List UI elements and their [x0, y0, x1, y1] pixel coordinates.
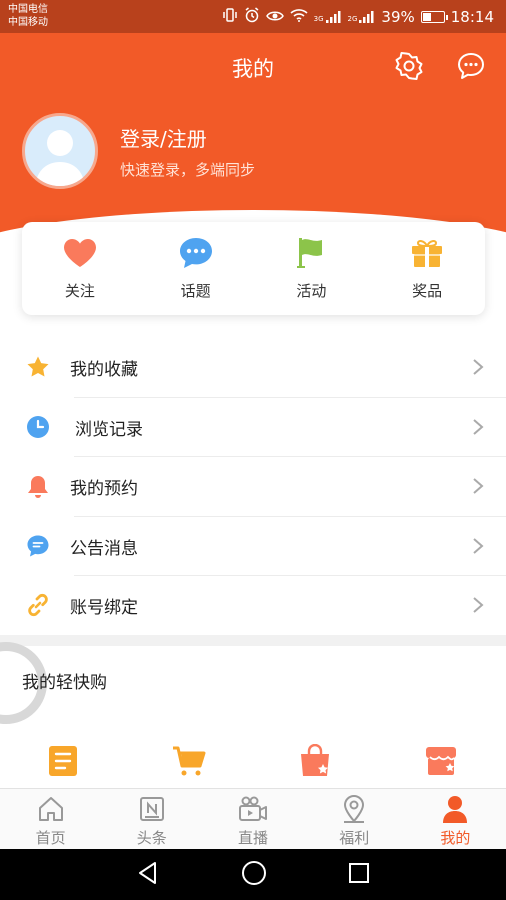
chevron-right-icon [473, 537, 484, 554]
shopping-bag-icon[interactable] [298, 742, 332, 780]
message-bubble-icon [458, 53, 484, 79]
menu-item-label: 账号绑定 [70, 598, 138, 619]
section-gap [0, 635, 506, 646]
signal-icon-1: 3G [314, 11, 342, 23]
chevron-right-icon [473, 418, 484, 435]
news-icon [137, 794, 167, 824]
chevron-right-icon [473, 478, 484, 494]
store-icon[interactable] [424, 742, 458, 780]
quick-action-follow[interactable]: 关注 [22, 222, 138, 315]
clock-time: 18:14 [450, 8, 494, 26]
menu-item-label: 我的预约 [70, 479, 138, 500]
home-button[interactable] [241, 860, 267, 890]
vibrate-icon [222, 8, 238, 26]
tab-live[interactable]: 直播 [202, 789, 303, 849]
quick-action-label: 奖品 [412, 282, 443, 300]
tab-label: 福利 [339, 829, 370, 847]
login-subtitle: 快速登录，多端同步 [120, 161, 256, 179]
menu-item-history[interactable]: 浏览记录 [0, 398, 506, 457]
tab-label: 我的 [440, 829, 471, 847]
menu-item-announcements[interactable]: 公告消息 [0, 517, 506, 576]
carrier-2: 中国移动 [8, 17, 48, 28]
quick-action-topics[interactable]: 话题 [138, 222, 254, 315]
status-bar: 中国电信 中国移动 3G 2G 39% 18:14 [0, 0, 506, 33]
menu-item-favorites[interactable]: 我的收藏 [0, 338, 506, 398]
messages-button[interactable] [454, 49, 488, 83]
tab-label: 首页 [35, 829, 66, 847]
tab-headlines[interactable]: 头条 [101, 789, 202, 849]
status-icons: 3G 2G 39% 18:14 [222, 7, 494, 27]
page-title: 我的 [232, 57, 274, 81]
message-icon [26, 534, 50, 558]
star-icon [26, 355, 50, 379]
quick-action-label: 关注 [64, 282, 95, 300]
battery-percent: 39% [381, 8, 415, 26]
gear-icon [395, 52, 423, 80]
quick-action-events[interactable]: 活动 [254, 222, 370, 315]
tab-mine[interactable]: 我的 [405, 789, 506, 849]
tab-welfare[interactable]: 福利 [304, 789, 405, 849]
menu-item-label: 我的收藏 [70, 360, 138, 381]
profile-menu: 我的收藏 浏览记录 我的预约 公告消息 账号绑定 [0, 338, 506, 636]
quick-action-prizes[interactable]: 奖品 [369, 222, 485, 315]
default-avatar-icon [35, 130, 85, 186]
recents-button[interactable] [348, 862, 370, 888]
menu-item-account-binding[interactable]: 账号绑定 [0, 576, 506, 636]
home-icon [36, 794, 66, 824]
menu-item-reservations[interactable]: 我的预约 [0, 457, 506, 517]
tab-label: 头条 [136, 829, 167, 847]
location-icon [339, 794, 369, 824]
heart-icon [62, 236, 98, 270]
video-icon [238, 794, 268, 824]
quick-action-label: 话题 [180, 282, 211, 300]
menu-item-label: 浏览记录 [75, 419, 143, 440]
recents-square-icon [349, 862, 370, 883]
shopping-section-title: 我的轻快购 [22, 673, 107, 693]
chevron-right-icon [473, 597, 484, 613]
bottom-tab-bar: 首页 头条 直播 福利 我的 [0, 788, 506, 849]
flag-icon [293, 236, 329, 270]
home-circle-icon [241, 860, 266, 885]
order-list-icon[interactable] [46, 742, 80, 780]
quick-actions-card: 关注 话题 活动 奖品 [22, 222, 485, 315]
battery-icon [420, 11, 448, 23]
back-triangle-icon [138, 861, 156, 884]
quick-action-label: 活动 [296, 282, 327, 300]
network-type-1: 3G [313, 15, 324, 23]
wifi-icon [290, 8, 308, 26]
person-icon [440, 794, 470, 824]
cart-icon[interactable] [172, 742, 206, 780]
profile-page: 中国电信 中国移动 3G 2G 39% 18:14 我的 登录/注册 快速登录，… [0, 0, 506, 900]
bell-icon [26, 474, 50, 498]
tab-label: 直播 [238, 829, 269, 847]
system-navigation-bar [0, 849, 506, 900]
alarm-icon [244, 7, 260, 27]
carrier-info: 中国电信 中国移动 [8, 3, 48, 29]
carrier-1: 中国电信 [8, 4, 48, 15]
chevron-right-icon [473, 359, 484, 375]
menu-item-label: 公告消息 [70, 538, 138, 559]
network-type-2: 2G [347, 15, 358, 23]
link-icon [26, 593, 50, 617]
clock-icon [26, 415, 50, 439]
eye-icon [265, 8, 284, 26]
signal-icon-2: 2G [348, 11, 376, 23]
settings-button[interactable] [392, 49, 426, 83]
login-register-link[interactable]: 登录/注册 [120, 123, 207, 152]
back-button[interactable] [136, 861, 160, 889]
avatar[interactable] [22, 113, 98, 189]
shopping-shortcuts [0, 742, 506, 788]
gift-icon [409, 236, 445, 270]
tab-home[interactable]: 首页 [0, 789, 101, 849]
chat-bubble-icon [178, 236, 214, 270]
